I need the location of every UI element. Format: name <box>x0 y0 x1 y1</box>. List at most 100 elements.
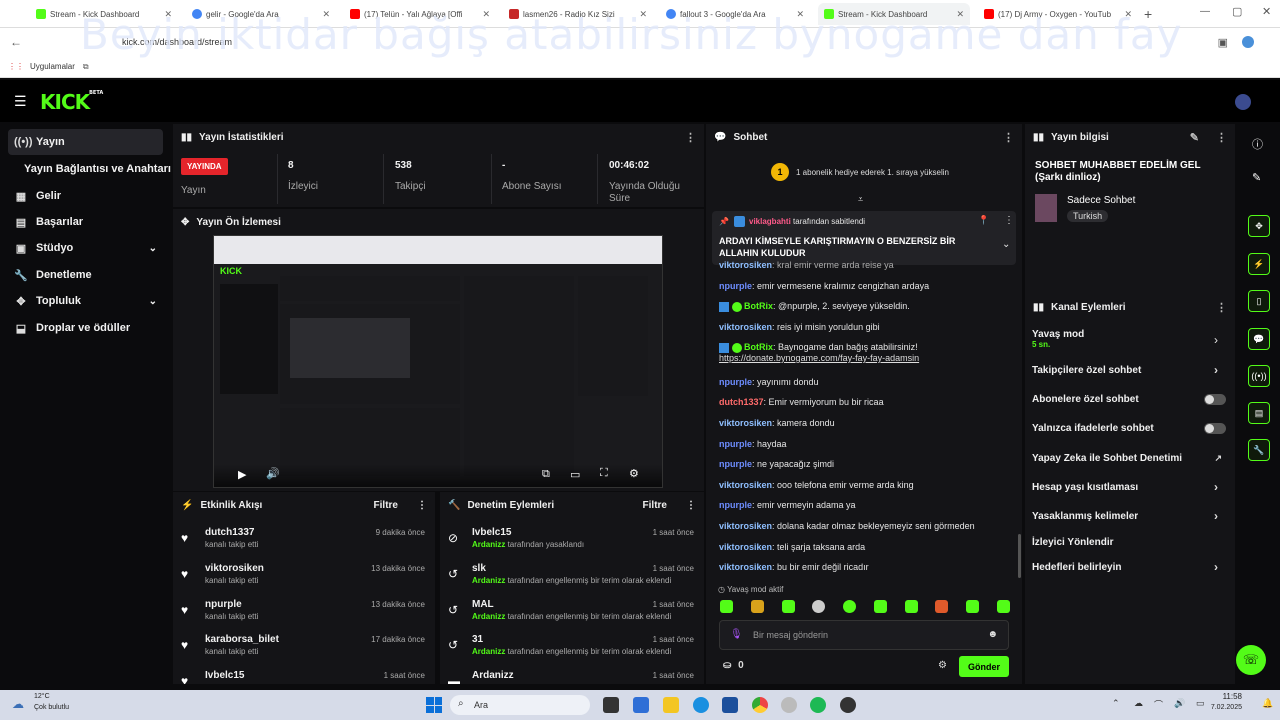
edge-icon[interactable] <box>693 697 709 713</box>
close-tab-icon[interactable]: ✕ <box>639 9 647 20</box>
app-icon[interactable] <box>840 697 856 713</box>
notifications-icon[interactable]: 🔔 <box>1262 698 1273 709</box>
obs-icon[interactable] <box>781 697 797 713</box>
maximize-icon[interactable]: ▢ <box>1232 5 1242 18</box>
browser-tab-active[interactable]: Stream - Kick Dashboard ✕ <box>818 3 970 25</box>
volume-icon[interactable]: 🔊 <box>266 467 280 480</box>
clock-time[interactable]: 11:58 <box>1212 692 1242 701</box>
more-options-icon[interactable]: ⋮ <box>1216 301 1227 314</box>
moderation-toggle-icon[interactable]: 🔧 <box>1248 439 1270 461</box>
gift-leaderboard[interactable]: 1 1 abonelik hediye ederek 1. sıraya yük… <box>771 163 949 181</box>
more-options-icon[interactable]: ⋮ <box>1003 131 1014 144</box>
emote-icon[interactable] <box>966 600 980 613</box>
url-field[interactable]: kick.com/dashboard/stream <box>122 37 232 47</box>
chrome-icon[interactable] <box>752 697 768 713</box>
filter-button[interactable]: Filtre <box>374 500 398 511</box>
emote-icon[interactable] <box>720 600 733 613</box>
new-tab-icon[interactable]: + <box>1144 6 1152 22</box>
network-icon[interactable]: ⌒ <box>1154 698 1163 711</box>
chat-toggle-icon[interactable]: 💬 <box>1248 328 1270 350</box>
slow-mode-item[interactable]: Yavaş mod 5 sn. › <box>1032 329 1230 353</box>
close-tab-icon[interactable]: ✕ <box>1124 9 1132 20</box>
back-icon[interactable]: ← <box>10 35 22 49</box>
info-circle-icon[interactable]: ⓘ <box>1252 136 1263 152</box>
store-icon[interactable] <box>722 697 738 713</box>
emote-icon[interactable] <box>873 600 887 613</box>
minimize-icon[interactable]: — <box>1200 6 1210 17</box>
menu-icon[interactable]: ☰ <box>14 93 27 110</box>
taskbar-search[interactable]: ⌕ Ara <box>450 695 590 715</box>
channel-points[interactable]: ⛀ 0 <box>723 660 744 671</box>
followers-only-item[interactable]: Takipçilere özel sohbet › <box>1032 359 1230 381</box>
battery-icon[interactable]: ▭ <box>1196 698 1205 709</box>
support-headset-icon[interactable]: ☏ <box>1236 645 1266 675</box>
settings-icon[interactable]: ⚙ <box>629 467 639 480</box>
ai-moderation-item[interactable]: Yapay Zeka ile Sohbet Denetimi ↗ <box>1032 447 1230 469</box>
info-toggle-icon[interactable]: ▯ <box>1248 290 1270 312</box>
banned-words-item[interactable]: Yasaklanmış kelimeler › <box>1032 505 1230 527</box>
apps-grid-icon[interactable]: ⋮⋮ <box>8 62 24 71</box>
sidebar-item-drops[interactable]: ⬓ Droplar ve ödüller <box>8 315 163 341</box>
sidebar-item-revenue[interactable]: ▦ Gelir <box>8 183 163 209</box>
category-name[interactable]: Sadece Sohbet <box>1067 195 1135 206</box>
emote-icon[interactable] <box>781 600 795 613</box>
edit-icon[interactable]: ✎ <box>1190 131 1199 144</box>
send-button[interactable]: Gönder <box>959 656 1009 677</box>
pip-icon[interactable]: ⧉ <box>542 468 550 481</box>
activity-toggle-icon[interactable]: ⚡ <box>1248 253 1270 275</box>
emote-icon[interactable] <box>935 600 949 613</box>
close-tab-icon[interactable]: ✕ <box>956 9 964 20</box>
kick-logo[interactable]: KICKBETA <box>40 90 103 114</box>
file-explorer-icon[interactable] <box>663 697 679 713</box>
microphone-icon[interactable]: 🎙 <box>730 629 743 640</box>
more-options-icon[interactable]: ⋮ <box>685 131 696 144</box>
emote-icon[interactable] <box>996 600 1010 613</box>
sidebar-item-achievements[interactable]: ▤ Başarılar <box>8 209 163 235</box>
sidebar-item-stream[interactable]: ((•)) Yayın <box>8 129 163 155</box>
pencil-icon[interactable]: ✎ <box>1252 171 1261 184</box>
close-tab-icon[interactable]: ✕ <box>322 9 330 20</box>
emoji-icon[interactable]: ☻ <box>987 629 998 640</box>
more-options-icon[interactable]: ⋮ <box>417 500 427 511</box>
close-tab-icon[interactable]: ✕ <box>164 9 172 20</box>
unpin-icon[interactable]: 📍 <box>978 215 989 226</box>
emote-only-toggle[interactable] <box>1204 422 1226 434</box>
profile-avatar[interactable] <box>1242 36 1254 48</box>
extensions-icon[interactable]: ▣ <box>1218 36 1228 49</box>
sidebar-item-moderation[interactable]: 🔧 Denetleme <box>8 262 163 288</box>
fullscreen-icon[interactable]: ⛶ <box>600 467 608 480</box>
windows-start-icon[interactable] <box>426 697 442 713</box>
chevron-down-icon[interactable]: ⌄ <box>1002 239 1010 250</box>
emote-icon[interactable] <box>904 600 918 613</box>
browser-tab[interactable]: fallout 3 - Google'da Ara ✕ <box>660 3 810 25</box>
emote-icon[interactable] <box>843 600 857 613</box>
chat-scrollbar[interactable] <box>1018 534 1021 578</box>
tray-chevron-icon[interactable]: ⌃ <box>1112 698 1120 709</box>
emote-icon[interactable] <box>812 600 826 613</box>
host-viewers-item[interactable]: İzleyici Yönlendir <box>1032 531 1230 553</box>
close-tab-icon[interactable]: ✕ <box>796 9 804 20</box>
browser-tab[interactable]: Stream - Kick Dashboard ✕ <box>30 3 178 25</box>
more-options-icon[interactable]: ⋮ <box>1004 215 1014 226</box>
browser-tab[interactable]: (17) Telün - Yalı Ağlaya [Offi ✕ <box>344 3 496 25</box>
layout-toggle-icon[interactable]: ▤ <box>1248 402 1270 424</box>
broadcast-toggle-icon[interactable]: ((•)) <box>1248 365 1270 387</box>
set-goals-item[interactable]: Hedefleri belirleyin › <box>1032 556 1230 578</box>
sidebar-item-studio[interactable]: ▣ Stüdyo ⌄ <box>8 235 163 261</box>
widgets-icon[interactable] <box>633 697 649 713</box>
collapse-icon[interactable]: ⩡ <box>858 194 863 205</box>
volume-icon[interactable]: 🔊 <box>1174 698 1185 709</box>
sidebar-item-community[interactable]: ✥ Topluluk ⌄ <box>8 288 163 314</box>
video-player[interactable]: KICK ▶ 🔊 ⧉ ▭ ⛶ ⚙ <box>213 235 663 488</box>
reading-icon[interactable]: ⧉ <box>83 62 89 72</box>
close-window-icon[interactable]: ✕ <box>1262 5 1271 18</box>
emote-icon[interactable] <box>750 600 764 613</box>
more-options-icon[interactable]: ⋮ <box>686 500 696 511</box>
filter-button[interactable]: Filtre <box>643 500 667 511</box>
category-thumbnail[interactable] <box>1035 194 1057 222</box>
browser-tab[interactable]: gelir - Google'da Ara ✕ <box>186 3 336 25</box>
subscribers-only-toggle[interactable] <box>1204 393 1226 405</box>
account-age-item[interactable]: Hesap yaşı kısıtlaması › <box>1032 476 1230 498</box>
theater-icon[interactable]: ▭ <box>570 468 580 481</box>
user-avatar[interactable] <box>1235 94 1251 110</box>
